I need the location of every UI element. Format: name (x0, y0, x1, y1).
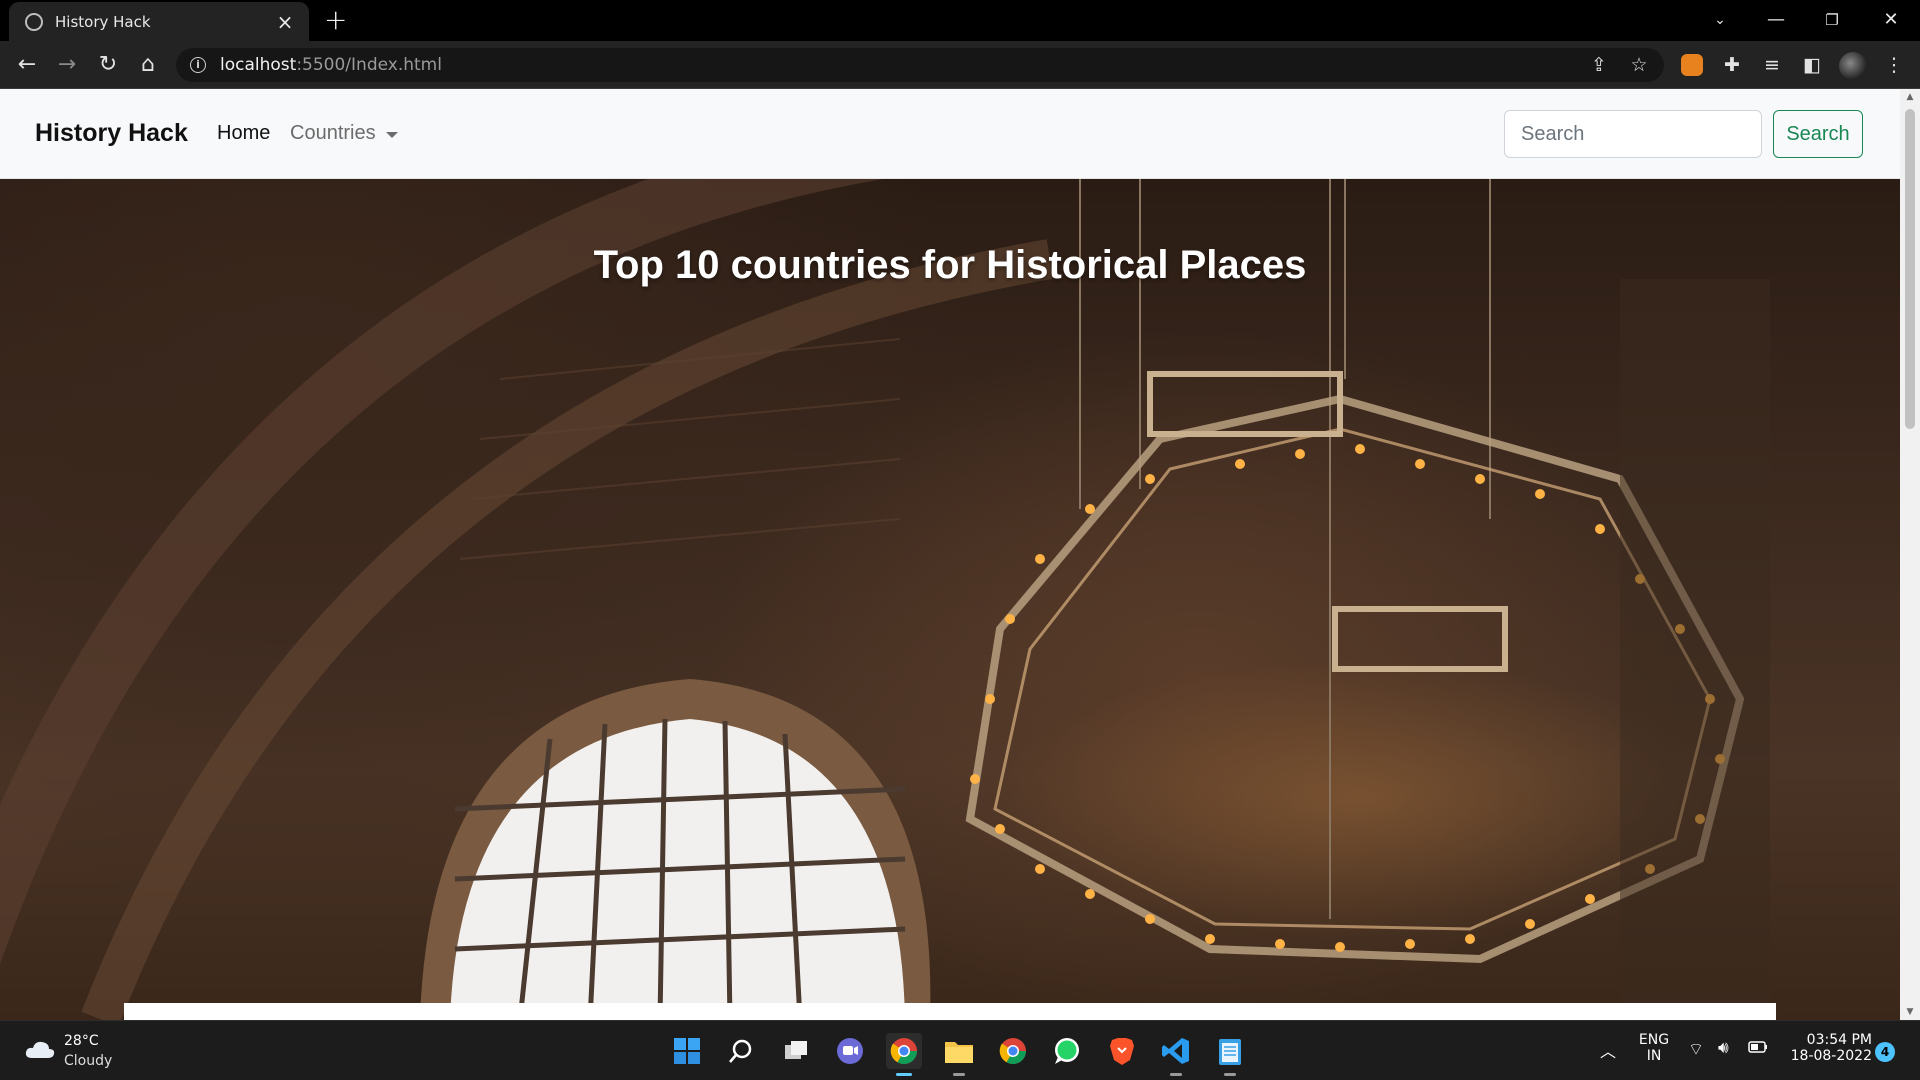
restore-icon[interactable]: ❐ (1812, 6, 1852, 34)
page-scrollbar[interactable]: ▲ ▼ (1900, 89, 1920, 1020)
back-icon[interactable]: ← (13, 51, 41, 79)
weather-temperature[interactable]: 28°C (64, 1033, 99, 1049)
globe-icon (25, 12, 43, 31)
side-panel-icon[interactable]: ◧ (1798, 51, 1826, 79)
vscode-icon[interactable] (1158, 1033, 1194, 1076)
hero-section: Top 10 countries for Historical Places (0, 179, 1900, 1020)
cloud-icon[interactable] (24, 1039, 56, 1059)
clock-time: 03:54 PM (1806, 1032, 1872, 1048)
nav-link-home[interactable]: Home (217, 122, 270, 145)
search-input[interactable] (1504, 110, 1762, 158)
scrollbar-thumb[interactable] (1905, 109, 1915, 429)
brand-link[interactable]: History Hack (35, 119, 188, 148)
scroll-down-icon[interactable]: ▼ (1900, 1004, 1920, 1020)
media-queue-icon[interactable]: ≡ (1758, 51, 1786, 79)
browser-toolbar: ← → ↻ ⌂ i localhost:5500/Index.html ⇪ ☆ … (0, 41, 1920, 89)
search-icon[interactable] (723, 1033, 759, 1069)
caret-down-icon[interactable] (386, 132, 398, 138)
clock-date: 18-08-2022 (1790, 1048, 1872, 1064)
address-bar[interactable]: i localhost:5500/Index.html ⇪ ☆ (176, 48, 1664, 82)
forward-icon[interactable]: → (53, 51, 81, 79)
scroll-up-icon[interactable]: ▲ (1900, 89, 1920, 105)
browser-menu-icon[interactable]: ⋮ (1880, 51, 1908, 79)
weather-condition[interactable]: Cloudy (64, 1053, 112, 1069)
whatsapp-icon[interactable] (1049, 1033, 1085, 1069)
close-window-icon[interactable]: ✕ (1871, 6, 1911, 34)
site-navbar: History Hack Home Countries Search (0, 89, 1900, 179)
nav-dropdown-countries[interactable]: Countries (290, 122, 376, 145)
input-language[interactable]: ENG IN (1636, 1032, 1672, 1064)
reload-icon[interactable]: ↻ (94, 51, 122, 79)
new-tab-button[interactable]: + (324, 6, 347, 34)
chrome-taskbar-icon[interactable] (886, 1033, 922, 1076)
close-tab-icon[interactable]: × (275, 12, 295, 32)
minimize-icon[interactable]: — (1756, 6, 1796, 34)
chrome-profile-icon[interactable] (995, 1033, 1031, 1069)
windows-taskbar: 28°C Cloudy ︿ ENG IN ⌔ 🔊︎ 03:54 PM 18-08… (0, 1020, 1920, 1080)
hero-title: Top 10 countries for Historical Places (593, 243, 1307, 287)
volume-icon[interactable]: 🔊︎ (1718, 1038, 1729, 1058)
tab-title: History Hack (55, 12, 151, 31)
notepad-icon[interactable] (1212, 1033, 1248, 1076)
bookmark-star-icon[interactable]: ☆ (1624, 48, 1654, 82)
language-code: ENG (1638, 1032, 1670, 1048)
show-hidden-icons-chevron-icon[interactable]: ︿ (1600, 1038, 1616, 1062)
notification-badge[interactable]: 4 (1875, 1042, 1895, 1062)
metamask-extension-icon[interactable] (1681, 54, 1703, 76)
url-path: :5500/Index.html (296, 55, 442, 75)
battery-icon[interactable] (1748, 1041, 1768, 1057)
search-button[interactable]: Search (1773, 110, 1863, 158)
extensions-puzzle-icon[interactable]: ✚ (1718, 51, 1746, 79)
wifi-icon[interactable]: ⌔ (1688, 1039, 1704, 1060)
home-icon[interactable]: ⌂ (134, 51, 162, 79)
site-info-icon[interactable]: i (190, 57, 206, 73)
url-host: localhost (220, 55, 297, 75)
region-code: IN (1646, 1048, 1662, 1064)
share-icon[interactable]: ⇪ (1584, 48, 1614, 82)
teams-chat-icon[interactable] (832, 1033, 868, 1069)
windows-start-icon[interactable] (669, 1033, 705, 1069)
system-clock[interactable]: 03:54 PM 18-08-2022 (1782, 1032, 1872, 1064)
page-viewport: History Hack Home Countries Search Searc… (0, 89, 1900, 1020)
tab-search-icon[interactable]: ⌄ (1700, 6, 1740, 34)
brave-icon[interactable] (1104, 1033, 1140, 1069)
browser-tab-active[interactable]: History Hack × (9, 2, 309, 41)
file-explorer-icon[interactable] (941, 1033, 977, 1076)
task-view-icon[interactable] (778, 1033, 814, 1069)
browser-titlebar: History Hack × + ⌄ — ❐ ✕ (0, 0, 1920, 41)
hero-background-image (0, 179, 1770, 1020)
profile-avatar[interactable] (1839, 52, 1867, 80)
cards-container (124, 1003, 1776, 1020)
